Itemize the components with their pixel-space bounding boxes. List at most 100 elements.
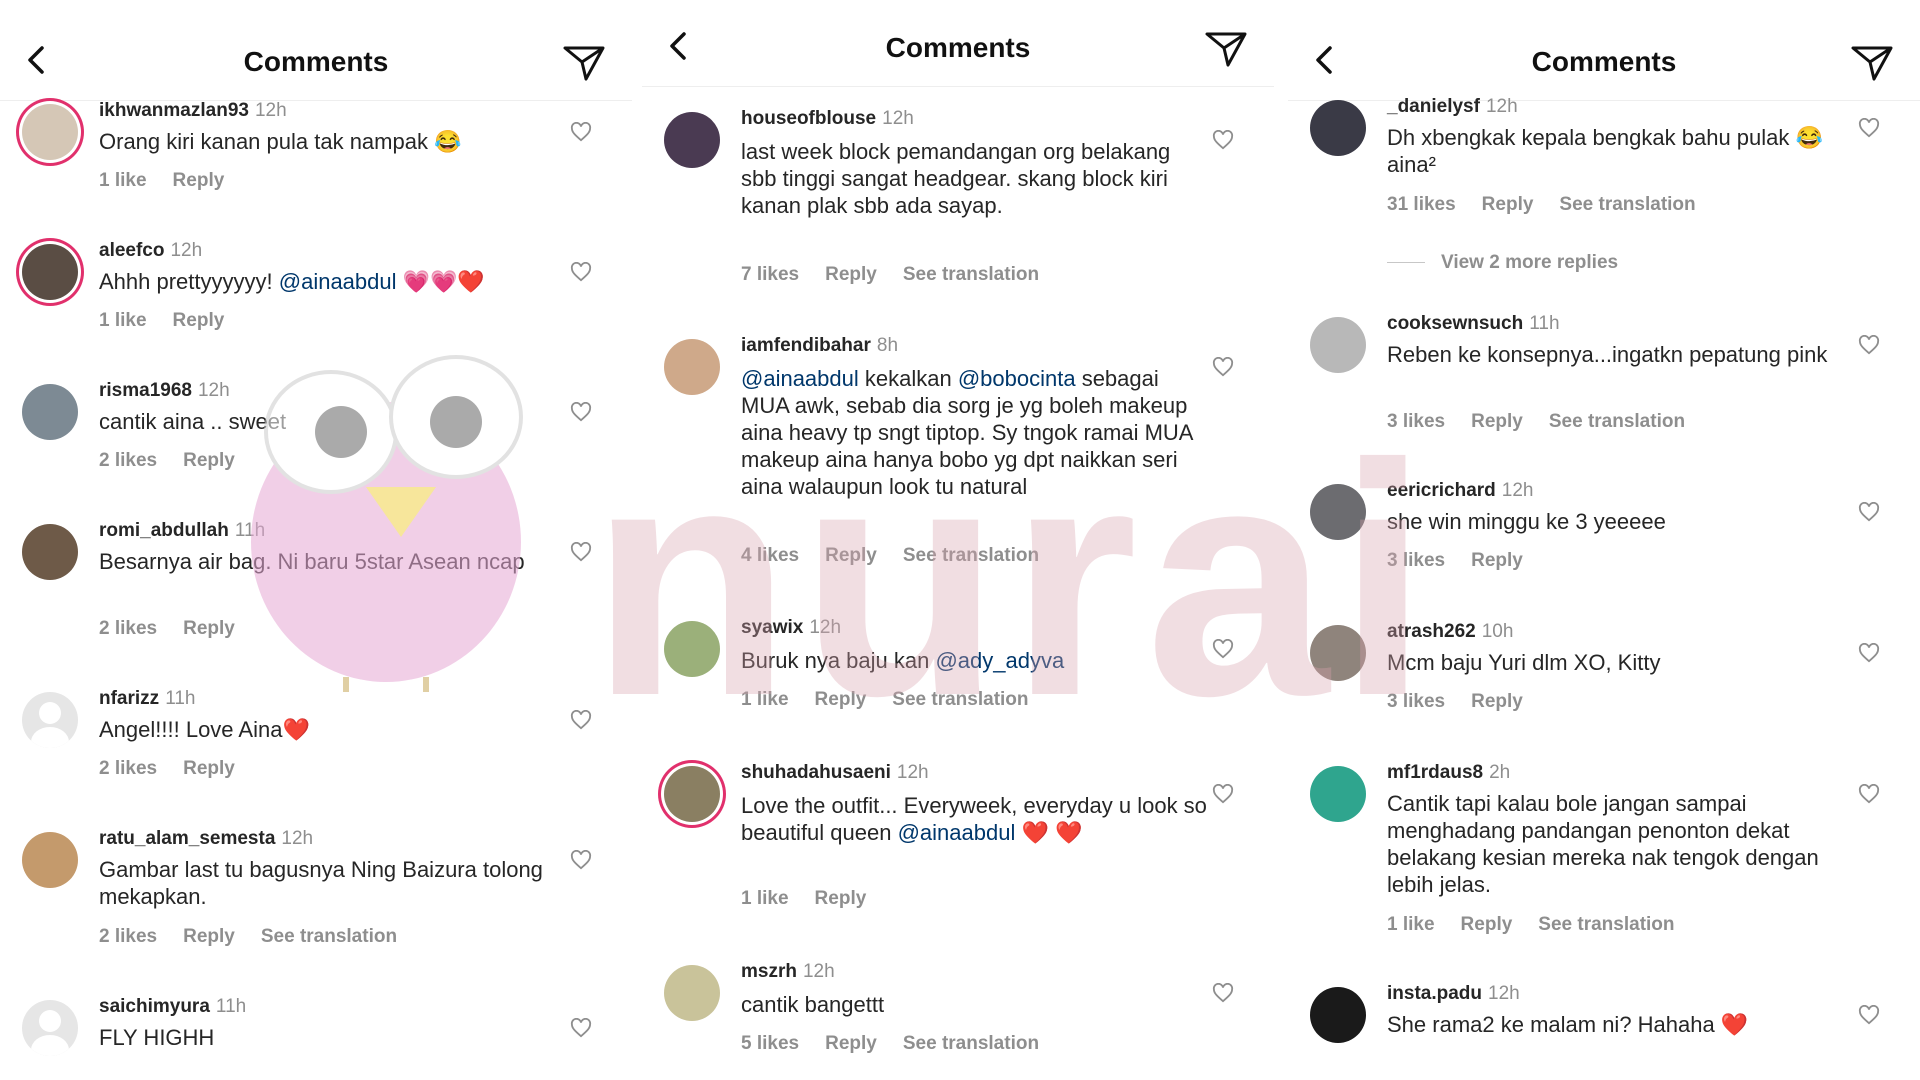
send-paper-plane-icon[interactable] [562, 44, 606, 82]
reply-button[interactable]: Reply [183, 758, 235, 779]
heart-outline-icon[interactable] [570, 542, 592, 562]
avatar[interactable] [22, 104, 78, 160]
see-translation-link[interactable]: See translation [261, 926, 397, 947]
heart-outline-icon[interactable] [1858, 502, 1880, 522]
heart-outline-icon[interactable] [1212, 130, 1234, 150]
comment-username[interactable]: _danielysf 12h [1387, 96, 1518, 118]
reply-button[interactable]: Reply [815, 689, 867, 710]
comment-username[interactable]: atrash262 10h [1387, 621, 1513, 643]
reply-button[interactable]: Reply [815, 888, 867, 909]
comment-username[interactable]: insta.padu 12h [1387, 983, 1520, 1005]
see-translation-link[interactable]: See translation [892, 689, 1028, 710]
comment-username[interactable]: mszrh 12h [741, 961, 835, 983]
avatar[interactable] [22, 832, 78, 888]
like-count[interactable]: 1 like [1387, 914, 1435, 935]
avatar[interactable] [22, 524, 78, 580]
like-count[interactable]: 3 likes [1387, 550, 1445, 571]
comment-username[interactable]: eericrichard 12h [1387, 480, 1534, 502]
reply-button[interactable]: Reply [1471, 550, 1523, 571]
reply-button[interactable]: Reply [183, 618, 235, 639]
heart-outline-icon[interactable] [570, 710, 592, 730]
avatar-placeholder[interactable] [22, 692, 78, 748]
avatar-placeholder[interactable] [22, 1000, 78, 1056]
avatar[interactable] [1310, 484, 1366, 540]
heart-outline-icon[interactable] [1858, 335, 1880, 355]
comment-username[interactable]: ikhwanmazlan93 12h [99, 100, 287, 122]
comment-username[interactable]: syawix 12h [741, 617, 841, 639]
heart-outline-icon[interactable] [1212, 784, 1234, 804]
heart-outline-icon[interactable] [1858, 784, 1880, 804]
like-count[interactable]: 7 likes [741, 264, 799, 285]
avatar[interactable] [22, 244, 78, 300]
comment-username[interactable]: saichimyura 11h [99, 996, 246, 1018]
mention-link[interactable]: @ainaabdul [898, 820, 1016, 845]
heart-outline-icon[interactable] [1858, 118, 1880, 138]
see-translation-link[interactable]: See translation [903, 545, 1039, 566]
send-paper-plane-icon[interactable] [1850, 44, 1894, 82]
like-count[interactable]: 1 like [741, 888, 789, 909]
comment-username[interactable]: nfarizz 11h [99, 688, 195, 710]
see-translation-link[interactable]: See translation [903, 1033, 1039, 1054]
avatar[interactable] [664, 965, 720, 1021]
reply-button[interactable]: Reply [1461, 914, 1513, 935]
like-count[interactable]: 2 likes [99, 926, 157, 947]
see-translation-link[interactable]: See translation [1559, 194, 1695, 215]
like-count[interactable]: 1 like [99, 170, 147, 191]
comment-username[interactable]: ratu_alam_semesta 12h [99, 828, 313, 850]
avatar[interactable] [664, 621, 720, 677]
see-translation-link[interactable]: See translation [1549, 411, 1685, 432]
avatar[interactable] [1310, 625, 1366, 681]
heart-outline-icon[interactable] [570, 850, 592, 870]
comment-username[interactable]: houseofblouse 12h [741, 108, 914, 130]
comment-username[interactable]: iamfendibahar 8h [741, 335, 898, 357]
like-count[interactable]: 1 like [741, 689, 789, 710]
mention-link[interactable]: @ainaabdul [279, 269, 397, 294]
heart-outline-icon[interactable] [570, 262, 592, 282]
avatar[interactable] [1310, 100, 1366, 156]
like-count[interactable]: 1 like [99, 310, 147, 331]
heart-outline-icon[interactable] [570, 402, 592, 422]
like-count[interactable]: 5 likes [741, 1033, 799, 1054]
view-more-replies-button[interactable]: View 2 more replies [1387, 252, 1618, 274]
avatar[interactable] [1310, 317, 1366, 373]
comment-username[interactable]: risma1968 12h [99, 380, 230, 402]
heart-outline-icon[interactable] [1858, 643, 1880, 663]
comment-username[interactable]: romi_abdullah 11h [99, 520, 265, 542]
reply-button[interactable]: Reply [1471, 411, 1523, 432]
reply-button[interactable]: Reply [183, 450, 235, 471]
reply-button[interactable]: Reply [825, 545, 877, 566]
reply-button[interactable]: Reply [825, 1033, 877, 1054]
comment-username[interactable]: cooksewnsuch 11h [1387, 313, 1560, 335]
reply-button[interactable]: Reply [173, 170, 225, 191]
see-translation-link[interactable]: See translation [903, 264, 1039, 285]
mention-link[interactable]: @bobocinta [958, 366, 1076, 391]
comment-username[interactable]: aleefco 12h [99, 240, 202, 262]
like-count[interactable]: 31 likes [1387, 194, 1456, 215]
avatar[interactable] [22, 384, 78, 440]
heart-outline-icon[interactable] [1212, 983, 1234, 1003]
reply-button[interactable]: Reply [183, 926, 235, 947]
avatar[interactable] [664, 339, 720, 395]
like-count[interactable]: 3 likes [1387, 691, 1445, 712]
reply-button[interactable]: Reply [173, 310, 225, 331]
mention-link[interactable]: @ady_adyva [935, 648, 1064, 673]
comment-username[interactable]: mf1rdaus8 2h [1387, 762, 1510, 784]
heart-outline-icon[interactable] [1858, 1005, 1880, 1025]
heart-outline-icon[interactable] [570, 1018, 592, 1038]
mention-link[interactable]: @ainaabdul [741, 366, 859, 391]
reply-button[interactable]: Reply [1471, 691, 1523, 712]
avatar[interactable] [1310, 987, 1366, 1043]
heart-outline-icon[interactable] [1212, 639, 1234, 659]
heart-outline-icon[interactable] [1212, 357, 1234, 377]
like-count[interactable]: 2 likes [99, 450, 157, 471]
heart-outline-icon[interactable] [570, 122, 592, 142]
comment-username[interactable]: shuhadahusaeni 12h [741, 762, 929, 784]
reply-button[interactable]: Reply [825, 264, 877, 285]
like-count[interactable]: 2 likes [99, 758, 157, 779]
like-count[interactable]: 4 likes [741, 545, 799, 566]
like-count[interactable]: 3 likes [1387, 411, 1445, 432]
avatar[interactable] [1310, 766, 1366, 822]
see-translation-link[interactable]: See translation [1538, 914, 1674, 935]
avatar[interactable] [664, 112, 720, 168]
send-paper-plane-icon[interactable] [1204, 30, 1248, 68]
